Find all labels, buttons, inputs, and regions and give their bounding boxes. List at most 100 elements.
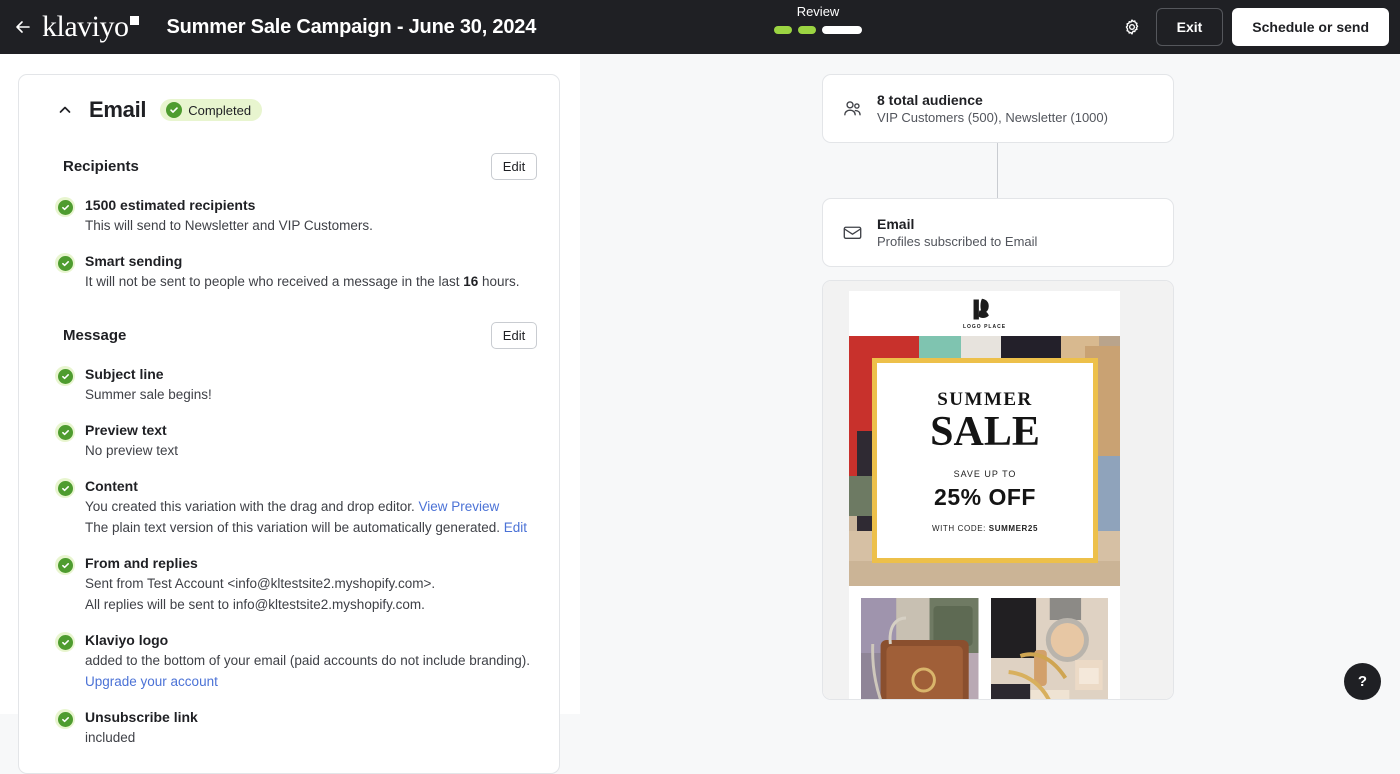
check-circle-icon	[55, 422, 75, 442]
envelope-icon	[841, 222, 863, 244]
email-logo-band: LOGO PLACE	[849, 291, 1120, 336]
hero-discount: 25% OFF	[934, 483, 1036, 510]
email-section-header: Email Completed	[41, 93, 537, 123]
list-item: Unsubscribe link included	[41, 708, 537, 748]
email-preview-body: LOGO PLACE SUMMER SALE SAVE UP TO 25% OF…	[849, 291, 1120, 699]
help-button[interactable]: ?	[1344, 663, 1381, 700]
progress-step-label: Review	[796, 4, 840, 19]
item-title: Klaviyo logo	[85, 632, 169, 648]
product-tile-handbag	[861, 598, 979, 699]
item-title: Unsubscribe link	[85, 709, 198, 725]
item-subtitle: added to the bottom of your email (paid …	[85, 653, 531, 668]
gear-icon[interactable]	[1117, 12, 1147, 42]
recipients-heading: Recipients	[63, 158, 139, 175]
list-item: From and replies Sent from Test Account …	[41, 554, 537, 615]
item-subtitle: The plain text version of this variation…	[85, 518, 537, 538]
list-item: Content You created this variation with …	[41, 477, 537, 538]
progress-pill-step-1[interactable]	[774, 26, 792, 34]
hero-code-label: WITH CODE:	[931, 523, 989, 533]
hero-headline-main: SALE	[930, 408, 1040, 455]
edit-plain-text-link[interactable]: Edit	[504, 520, 527, 535]
item-subtitle: All replies will be sent to info@kltests…	[85, 597, 425, 612]
progress-indicator: Review	[743, 4, 893, 34]
hero-promo-code: WITH CODE: SUMMER25	[932, 524, 1038, 533]
back-arrow-icon[interactable]	[12, 16, 34, 38]
hero-save-up-to: SAVE UP TO	[953, 468, 1017, 479]
check-circle-icon	[55, 478, 75, 498]
klaviyo-logo[interactable]: klaviyo	[42, 12, 139, 42]
hero-code-value: SUMMER25	[988, 523, 1039, 533]
product-tile-cosmetics	[990, 598, 1108, 699]
check-circle-icon	[55, 709, 75, 729]
edit-recipients-button[interactable]: Edit	[491, 153, 537, 180]
smart-sending-hours: 16	[463, 274, 479, 289]
chevron-up-icon[interactable]	[55, 100, 75, 120]
status-badge-label: Completed	[188, 102, 252, 118]
email-product-tiles	[849, 586, 1120, 699]
list-item: 1500 estimated recipients This will send…	[41, 196, 537, 236]
check-circle-icon	[55, 555, 75, 575]
email-review-card: Email Completed Recipients Edit 1500 est…	[18, 74, 560, 774]
people-icon	[841, 98, 863, 120]
schedule-or-send-button[interactable]: Schedule or send	[1232, 8, 1389, 46]
item-title: Content	[85, 478, 138, 494]
status-badge: Completed	[160, 99, 263, 121]
hero-offer-card: SUMMER SALE SAVE UP TO 25% OFF WITH CODE…	[872, 358, 1098, 563]
item-subtitle: You created this variation with the drag…	[85, 497, 537, 517]
progress-pill-step-3[interactable]	[822, 26, 862, 34]
item-subtitle: included	[85, 730, 136, 745]
email-preview-stage: LOGO PLACE SUMMER SALE SAVE UP TO 25% OF…	[823, 281, 1173, 699]
smart-sending-text-pre: It will not be sent to people who receiv…	[85, 274, 464, 289]
email-preview-card[interactable]: LOGO PLACE SUMMER SALE SAVE UP TO 25% OF…	[822, 280, 1174, 700]
top-bar-actions: Exit Schedule or send	[1117, 0, 1389, 54]
page-body: Email Completed Recipients Edit 1500 est…	[0, 54, 1400, 774]
left-column: Email Completed Recipients Edit 1500 est…	[0, 54, 580, 774]
card-connector-line	[997, 143, 998, 198]
check-circle-icon	[55, 632, 75, 652]
item-subtitle: No preview text	[85, 443, 179, 458]
email-logo-text: LOGO PLACE	[962, 323, 1007, 330]
item-title: From and replies	[85, 555, 198, 571]
item-subtitle: It will not be sent to people who receiv…	[85, 272, 537, 292]
list-item: Smart sending It will not be sent to peo…	[41, 252, 537, 292]
list-item: Subject line Summer sale begins!	[41, 365, 537, 405]
email-hero-section: SUMMER SALE SAVE UP TO 25% OFF WITH CODE…	[849, 336, 1120, 586]
klaviyo-square-mark	[129, 16, 139, 25]
message-section-header: Message Edit	[41, 322, 537, 349]
smart-sending-text-post: hours.	[478, 274, 520, 289]
item-title: Smart sending	[85, 253, 183, 269]
list-item: Klaviyo logo added to the bottom of your…	[41, 631, 537, 692]
list-item: Preview text No preview text	[41, 421, 537, 461]
recipients-section-header: Recipients Edit	[41, 153, 537, 180]
email-card-title: Email	[877, 216, 915, 232]
item-title: Subject line	[85, 366, 164, 382]
content-line2-text: The plain text version of this variation…	[85, 520, 504, 535]
brand-leaf-logo-icon	[973, 298, 989, 319]
message-heading: Message	[63, 327, 127, 344]
email-channel-card[interactable]: Email Profiles subscribed to Email	[822, 198, 1174, 267]
upgrade-account-link[interactable]: Upgrade your account	[85, 672, 537, 692]
edit-message-button[interactable]: Edit	[491, 322, 537, 349]
email-card-subtitle: Profiles subscribed to Email	[877, 234, 1038, 249]
check-circle-icon	[55, 253, 75, 273]
item-title: 1500 estimated recipients	[85, 197, 256, 213]
check-circle-icon	[55, 197, 75, 217]
item-subtitle: Summer sale begins!	[85, 387, 212, 402]
audience-card-title: 8 total audience	[877, 92, 983, 108]
right-column: 8 total audience VIP Customers (500), Ne…	[580, 54, 1400, 714]
email-section-title: Email	[89, 97, 147, 122]
exit-button[interactable]: Exit	[1155, 8, 1224, 46]
content-line1-text: You created this variation with the drag…	[85, 499, 419, 514]
check-circle-icon	[55, 366, 75, 386]
item-subtitle: Sent from Test Account <info@kltestsite2…	[85, 576, 436, 591]
check-circle-icon	[166, 102, 183, 118]
audience-summary-card[interactable]: 8 total audience VIP Customers (500), Ne…	[822, 74, 1174, 143]
progress-pill-step-2[interactable]	[798, 26, 816, 34]
item-subtitle: This will send to Newsletter and VIP Cus…	[85, 218, 373, 233]
item-title: Preview text	[85, 422, 167, 438]
hero-headline-top: SUMMER	[937, 388, 1033, 410]
audience-card-subtitle: VIP Customers (500), Newsletter (1000)	[877, 110, 1108, 125]
campaign-title: Summer Sale Campaign - June 30, 2024	[166, 15, 537, 38]
progress-pills	[774, 26, 862, 34]
view-preview-link[interactable]: View Preview	[418, 499, 499, 514]
